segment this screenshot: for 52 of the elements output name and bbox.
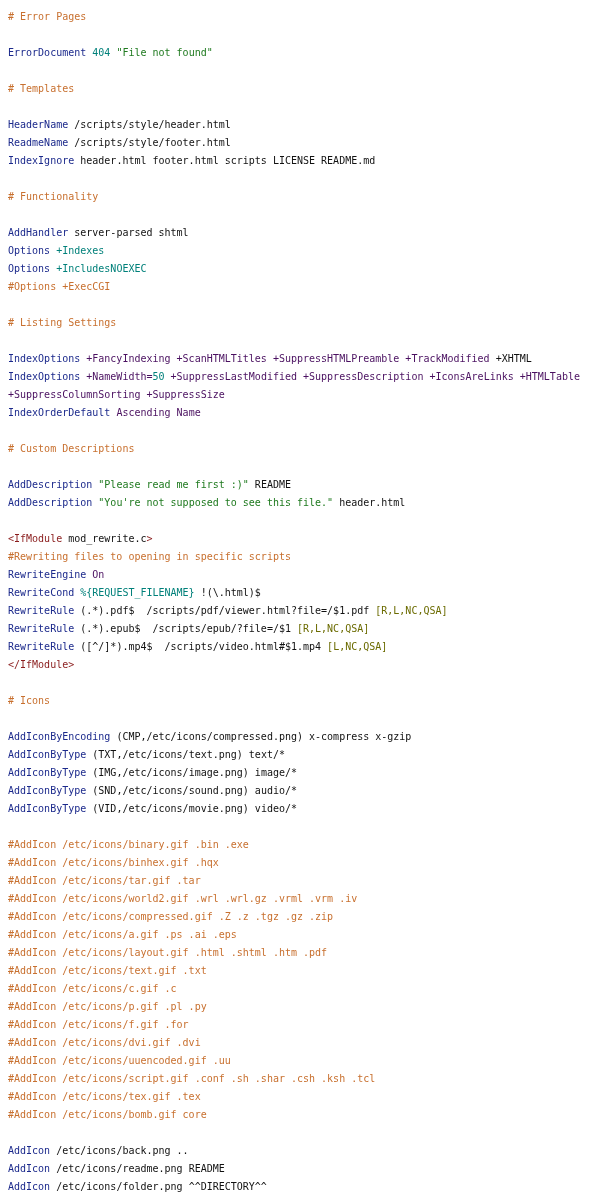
code-line: Options +IncludesNOEXEC: [8, 262, 148, 276]
code-line: AddDescription "Please read me first :)" README: [8, 478, 292, 492]
code-line: RewriteRule (.*).epub$ /scripts/epub/?file=/$1 [R,L,NC,QSA]: [8, 622, 371, 636]
code-line: <IfModule mod_rewrite.c>: [8, 532, 154, 547]
code-line: # Listing Settings: [8, 316, 118, 330]
code-line: #AddIcon /etc/icons/a.gif .ps .ai .eps: [8, 928, 238, 942]
code-line: #AddIcon /etc/icons/compressed.gif .Z .z .tgz .gz .zip: [8, 910, 335, 924]
code-line: #AddIcon /etc/icons/f.gif .for: [8, 1018, 190, 1032]
code-line: #AddIcon /etc/icons/c.gif .c: [8, 982, 178, 996]
code-line: #AddIcon /etc/icons/text.gif .txt: [8, 964, 208, 978]
code-line: #AddIcon /etc/icons/script.gif .conf .sh .shar .csh .ksh .tcl: [8, 1072, 377, 1086]
code-line: #AddIcon /etc/icons/uuencoded.gif .uu: [8, 1054, 232, 1068]
code-line: AddIcon /etc/icons/folder.png ^^DIRECTORY^^: [8, 1180, 268, 1194]
code-line: Options +Indexes: [8, 244, 106, 258]
code-line: AddIconByType (SND,/etc/icons/sound.png) audio/*: [8, 784, 298, 798]
code-line: AddIconByType (TXT,/etc/icons/text.png) text/*: [8, 748, 286, 762]
code-line: AddIconByType (VID,/etc/icons/movie.png) video/*: [8, 802, 298, 816]
code-line: #AddIcon /etc/icons/tar.gif .tar: [8, 874, 202, 888]
code-line: #AddIcon /etc/icons/tex.gif .tex: [8, 1090, 202, 1104]
code-line: IndexOptions +NameWidth=50 +SuppressLastModified +SuppressDescription +IconsAreLinks +HTMLTable: [8, 370, 581, 384]
code-line: RewriteRule (.*).pdf$ /scripts/pdf/viewer.html?file=/$1.pdf [R,L,NC,QSA]: [8, 604, 449, 618]
code-line: #AddIcon /etc/icons/dvi.gif .dvi: [8, 1036, 202, 1050]
code-line: #AddIcon /etc/icons/p.gif .pl .py: [8, 1000, 208, 1014]
code-line: HeaderName /scripts/style/header.html: [8, 118, 232, 132]
code-line: RewriteEngine On: [8, 568, 106, 582]
code-line: AddIcon /etc/icons/readme.png README: [8, 1162, 226, 1176]
code-line: AddIconByType (IMG,/etc/icons/image.png) image/*: [8, 766, 298, 780]
code-line: AddIconByEncoding (CMP,/etc/icons/compressed.png) x-compress x-gzip: [8, 730, 413, 744]
code-line: IndexIgnore header.html footer.html scripts LICENSE README.md: [8, 154, 377, 168]
code-line: ReadmeName /scripts/style/footer.html: [8, 136, 232, 150]
code-line: # Custom Descriptions: [8, 442, 136, 456]
code-line: IndexOrderDefault Ascending Name: [8, 406, 202, 420]
code-line: IndexOptions +FancyIndexing +ScanHTMLTitles +SuppressHTMLPreamble +TrackModified +XHTML: [8, 352, 533, 366]
code-line: #AddIcon /etc/icons/layout.gif .html .shtml .htm .pdf: [8, 946, 329, 960]
code-line: #Rewriting files to opening in specific scripts: [8, 550, 292, 564]
code-line: #AddIcon /etc/icons/bomb.gif core: [8, 1108, 208, 1122]
code-line: # Icons: [8, 694, 52, 708]
code-line: #AddIcon /etc/icons/binhex.gif .hqx: [8, 856, 220, 870]
code-line: AddIcon /etc/icons/back.png ..: [8, 1144, 190, 1158]
code-line: RewriteCond %{REQUEST_FILENAME} !(\.html)$: [8, 586, 262, 601]
code-line: #Options +ExecCGI: [8, 280, 112, 294]
code-line: AddDescription "You're not supposed to see this file." header.html: [8, 496, 407, 510]
code-line: # Functionality: [8, 190, 100, 204]
code-line: # Templates: [8, 82, 76, 96]
code-line: AddHandler server-parsed shtml: [8, 226, 190, 240]
code-line: RewriteRule ([^/]*).mp4$ /scripts/video.html#$1.mp4 [L,NC,QSA]: [8, 640, 389, 654]
code-line: ErrorDocument 404 "File not found": [8, 46, 214, 60]
code-line: #AddIcon /etc/icons/binary.gif .bin .exe: [8, 838, 250, 852]
code-line: #AddIcon /etc/icons/world2.gif .wrl .wrl.gz .vrml .vrm .iv: [8, 892, 359, 906]
code-line: </IfModule>: [8, 658, 76, 672]
code-line: # Error Pages: [8, 10, 88, 24]
code-line: +SuppressColumnSorting +SuppressSize: [8, 388, 226, 402]
